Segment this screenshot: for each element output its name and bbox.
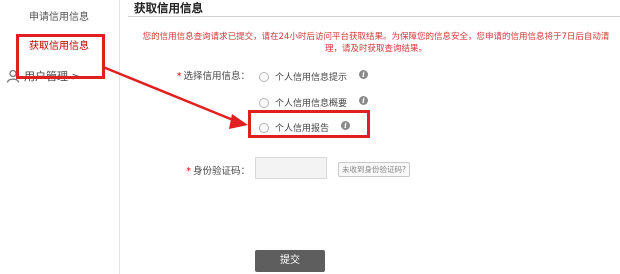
- get-code-link[interactable]: 未收到身份验证码?: [338, 162, 410, 177]
- title-divider: [128, 16, 620, 17]
- option-label: 个人信用信息提示: [275, 73, 348, 83]
- option-label: 个人信用报告: [275, 124, 330, 134]
- option-credit-info-summary[interactable]: 个人信用信息概要: [259, 96, 347, 109]
- option-label: 个人信用信息概要: [275, 99, 348, 109]
- id-code-label: * 身份验证码：: [186, 166, 250, 177]
- submit-button[interactable]: 提交: [255, 250, 325, 272]
- radio-button[interactable]: [259, 97, 269, 108]
- select-credit-info-label: * 选择信用信息：: [176, 71, 250, 82]
- info-icon[interactable]: i: [359, 70, 368, 79]
- radio-button[interactable]: [259, 71, 269, 82]
- radio-button[interactable]: [259, 122, 269, 133]
- notice-text: 您的信用信息查询请求已提交，请在24小时后访问平台获取结果。为保障您的信息安全，…: [142, 32, 610, 54]
- page-title: 获取信用信息: [134, 1, 203, 15]
- info-icon[interactable]: i: [359, 96, 368, 105]
- option-credit-report[interactable]: 个人信用报告: [259, 121, 329, 134]
- option-credit-info-tip[interactable]: 个人信用信息提示: [259, 70, 347, 83]
- id-code-input[interactable]: [255, 157, 327, 179]
- info-icon[interactable]: i: [341, 121, 350, 130]
